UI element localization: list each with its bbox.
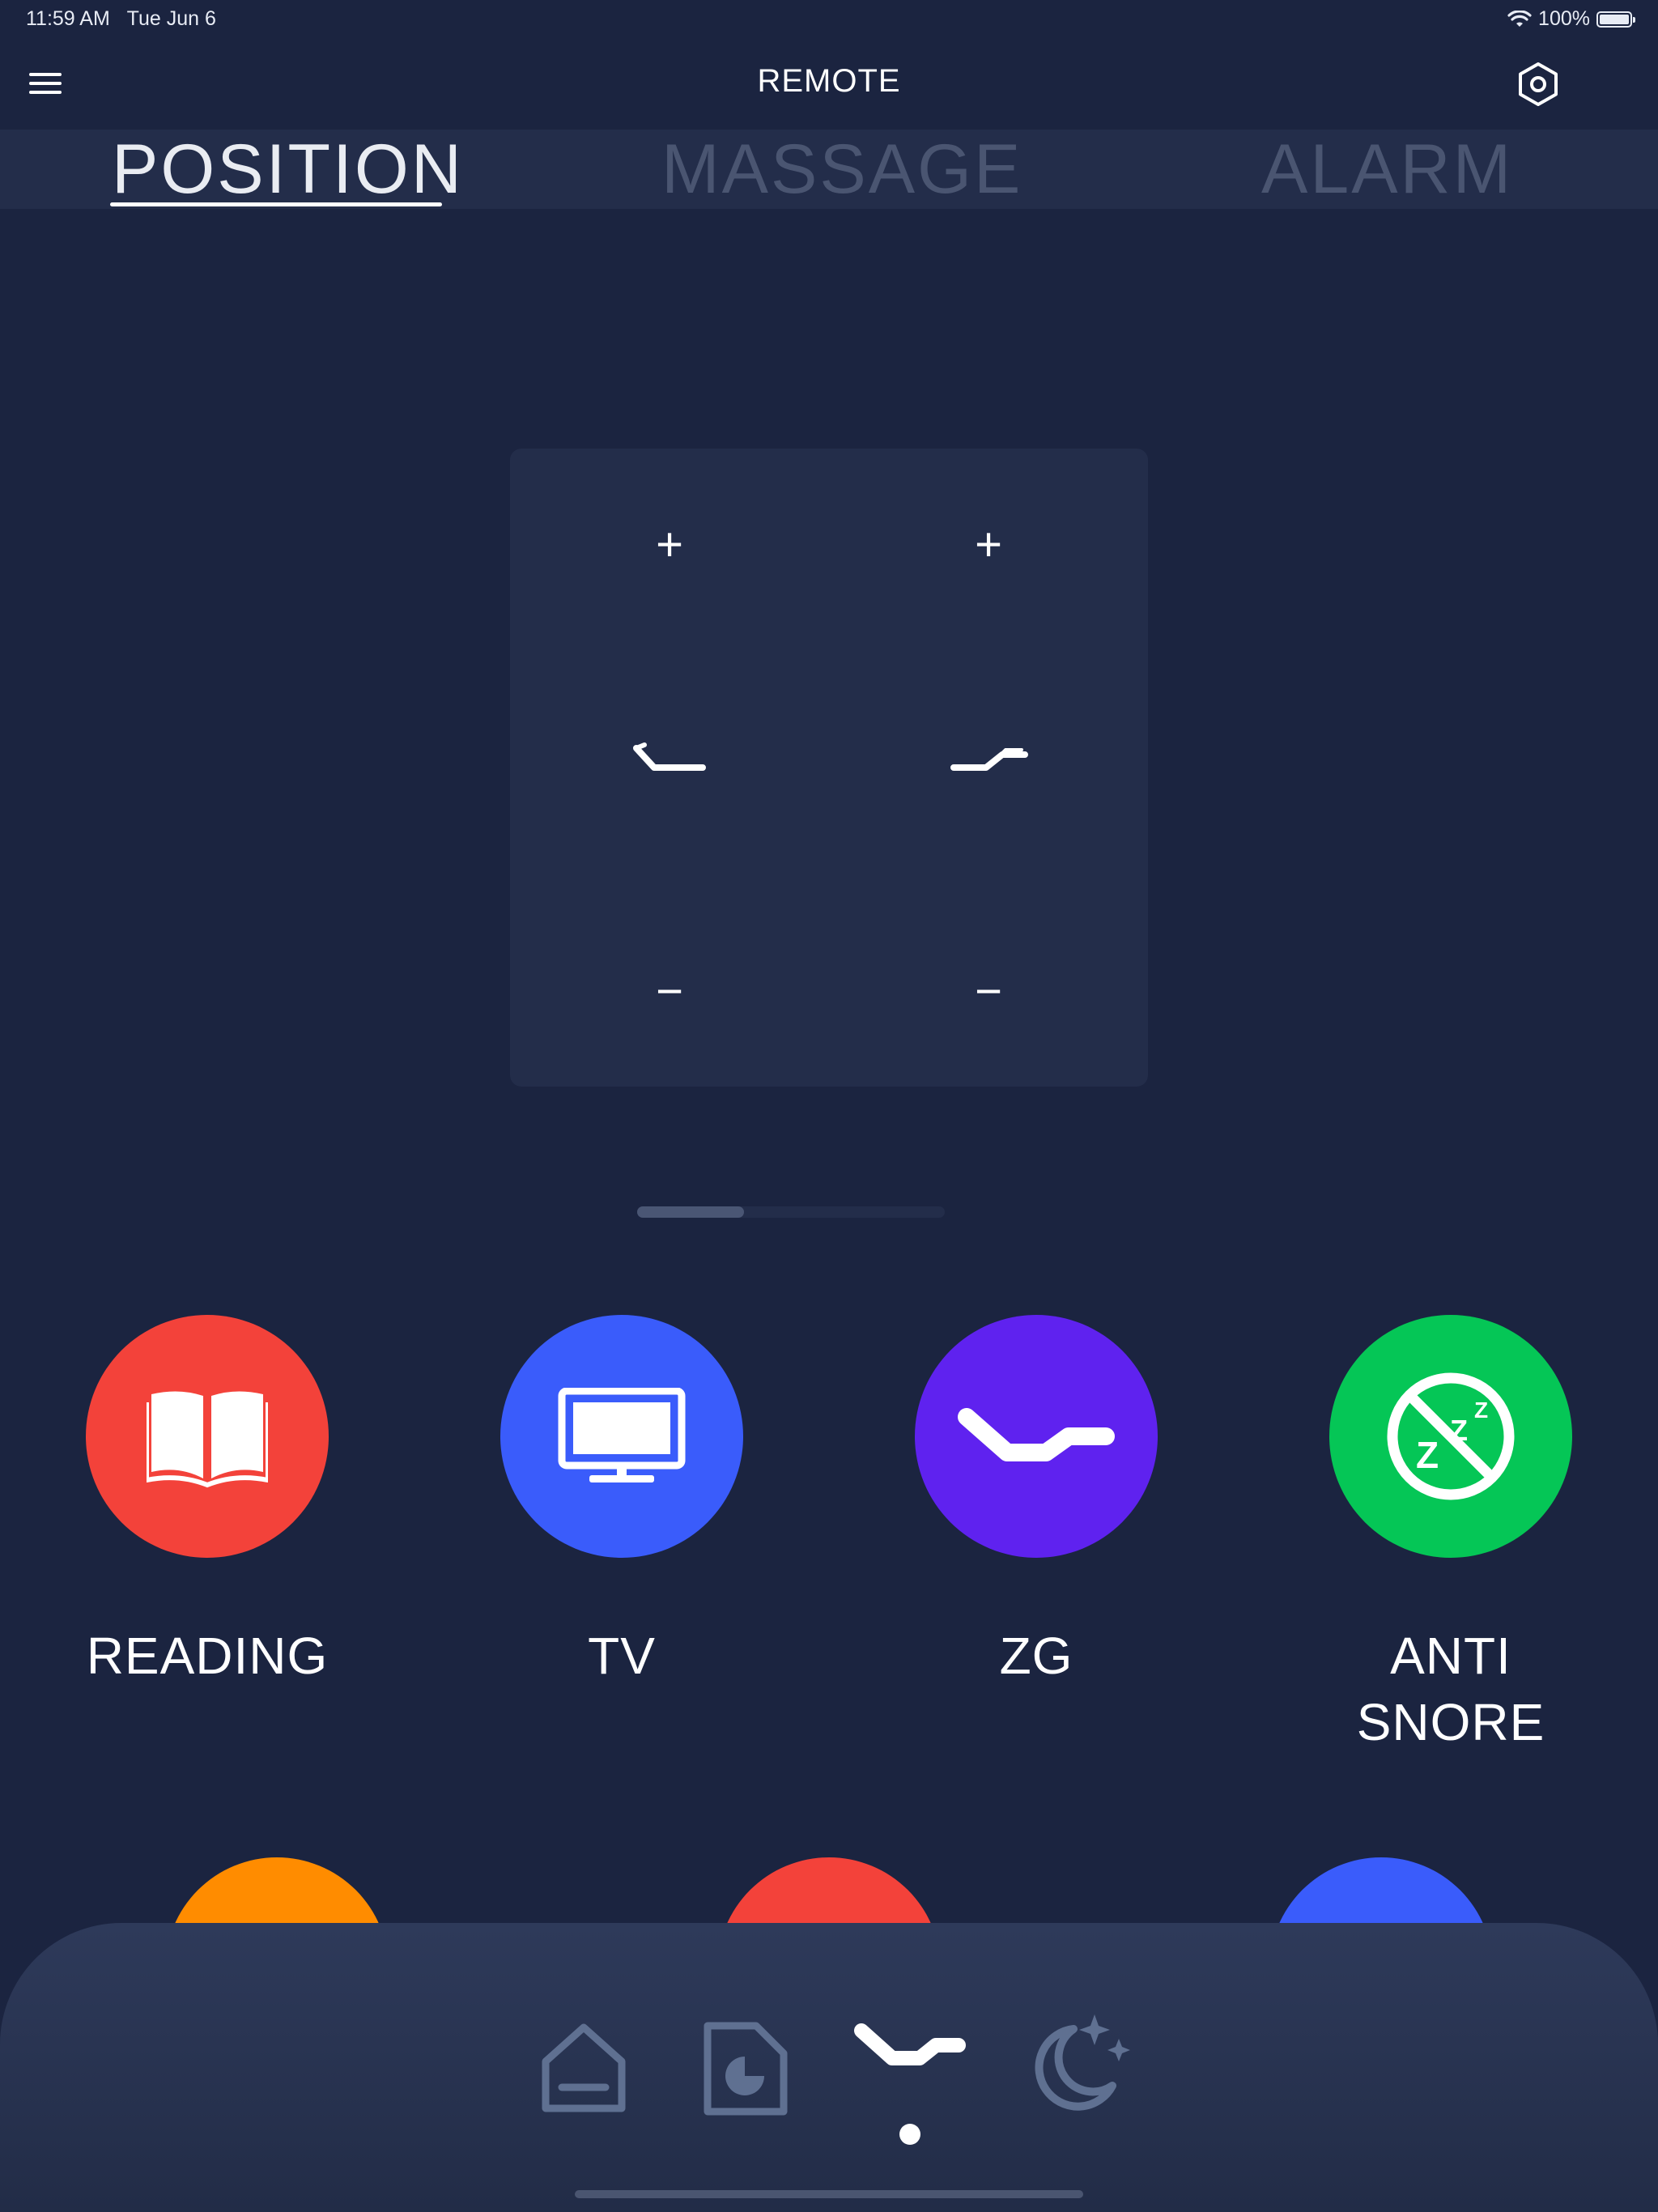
home-indicator-bar[interactable]: [575, 2190, 1083, 2198]
foot-down-button[interactable]: −: [940, 942, 1037, 1040]
open-book-icon: [147, 1391, 268, 1488]
head-raise-icon: [633, 742, 706, 771]
bed-remote-icon[interactable]: [852, 2018, 968, 2076]
preset-anti-snore-circle[interactable]: Z Z Z: [1329, 1315, 1572, 1558]
preset-reading-circle[interactable]: [86, 1315, 329, 1558]
preset-label: ANTI SNORE: [1356, 1627, 1545, 1751]
preset-zg[interactable]: ZG: [915, 1315, 1158, 1689]
tab-massage[interactable]: MASSAGE: [661, 130, 1022, 209]
active-tab-underline: [110, 202, 442, 206]
preset-anti-snore[interactable]: Z Z Z ANTI SNORE: [1329, 1315, 1572, 1755]
foot-up-button[interactable]: +: [940, 496, 1037, 593]
tab-position[interactable]: POSITION: [112, 130, 464, 209]
battery-percent: 100%: [1538, 7, 1590, 30]
status-right: 100%: [1507, 7, 1635, 31]
foot-raise-icon: [950, 748, 1028, 771]
report-chart-icon[interactable]: [703, 2021, 789, 2116]
preset-tv[interactable]: TV: [500, 1315, 743, 1689]
bottom-navigation: [0, 1923, 1658, 2212]
status-bar: 11:59 AM Tue Jun 6 100%: [0, 0, 1658, 39]
page-indicator[interactable]: [637, 1206, 945, 1218]
no-snore-icon: Z Z Z: [1387, 1372, 1515, 1500]
tab-alarm[interactable]: ALARM: [1261, 130, 1513, 209]
svg-text:Z: Z: [1474, 1397, 1488, 1423]
head-down-button[interactable]: −: [621, 942, 718, 1040]
svg-text:Z: Z: [1450, 1414, 1468, 1447]
preset-tv-circle[interactable]: [500, 1315, 743, 1558]
svg-text:Z: Z: [1416, 1434, 1439, 1476]
preset-label: ZG: [999, 1627, 1073, 1685]
page-title: REMOTE: [757, 63, 901, 99]
wifi-icon: [1507, 10, 1532, 27]
head-up-button[interactable]: +: [621, 496, 718, 593]
position-control-panel: + + − −: [510, 449, 1148, 1087]
preset-label: TV: [588, 1627, 656, 1685]
status-time-date: 11:59 AM Tue Jun 6: [26, 7, 216, 30]
battery-icon: [1596, 11, 1635, 28]
page-indicator-thumb: [637, 1206, 744, 1218]
tv-monitor-icon: [558, 1388, 686, 1482]
app-header: REMOTE: [0, 39, 1658, 130]
hexagon-settings-icon[interactable]: [1514, 60, 1562, 108]
preset-zg-circle[interactable]: [915, 1315, 1158, 1558]
tab-bar: POSITION MASSAGE ALARM: [0, 130, 1658, 209]
moon-stars-icon[interactable]: [1023, 2011, 1133, 2116]
active-nav-indicator: [899, 2124, 920, 2145]
preset-label: READING: [86, 1627, 329, 1685]
zero-gravity-icon: [958, 1408, 1115, 1461]
preset-reading[interactable]: READING: [86, 1315, 329, 1689]
home-icon[interactable]: [541, 2023, 627, 2113]
